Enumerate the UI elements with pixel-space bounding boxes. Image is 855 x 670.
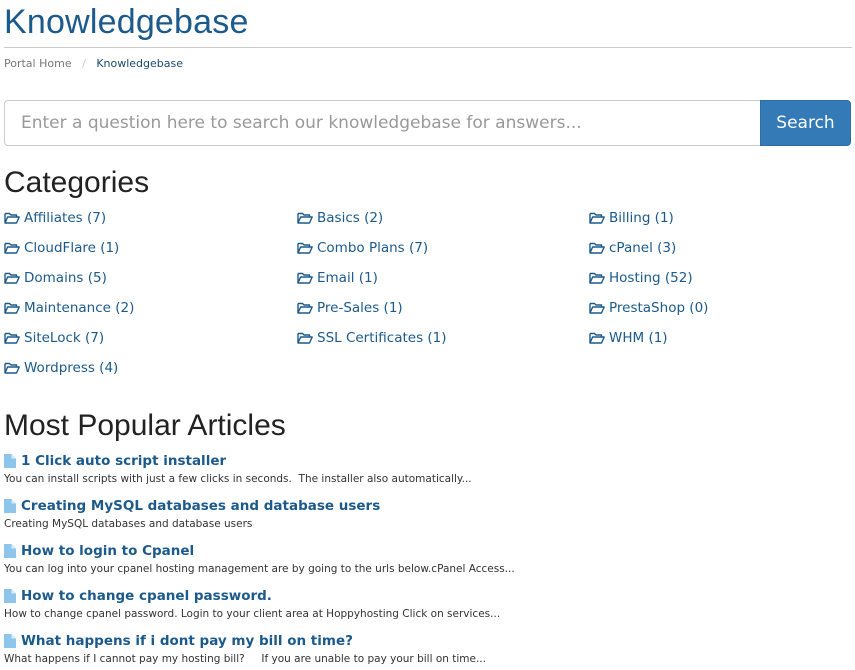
article-snippet: You can log into your cpanel hosting man… [4, 563, 515, 575]
category-label: Affiliates (7) [24, 210, 107, 226]
search-form: Search [4, 100, 851, 146]
category-label: Billing (1) [609, 210, 674, 226]
category-link-prestashop[interactable]: PrestaShop (0) [589, 298, 854, 318]
folder-open-icon [297, 272, 313, 284]
folder-open-icon [4, 302, 20, 314]
category-label: SiteLock (7) [24, 330, 105, 346]
category-link-email[interactable]: Email (1) [297, 268, 589, 288]
folder-open-icon [4, 212, 20, 224]
category-label: Hosting (52) [609, 270, 693, 286]
folder-open-icon [4, 242, 20, 254]
folder-open-icon [297, 332, 313, 344]
folder-open-icon [4, 362, 20, 374]
folder-open-icon [589, 332, 605, 344]
article-snippet: How to change cpanel password. Login to … [4, 608, 501, 620]
file-icon [4, 544, 16, 558]
article-title: What happens if i dont pay my bill on ti… [21, 633, 353, 649]
folder-open-icon [4, 332, 20, 344]
category-link-maintenance[interactable]: Maintenance (2) [4, 298, 297, 318]
article-title-link[interactable]: How to change cpanel password. [4, 586, 854, 606]
article-title-link[interactable]: 1 Click auto script installer [4, 451, 854, 471]
article-snippet: Creating MySQL databases and database us… [4, 518, 253, 530]
category-label: SSL Certificates (1) [317, 330, 447, 346]
folder-open-icon [297, 302, 313, 314]
article-item: 1 Click auto script installer You can in… [4, 451, 854, 496]
file-icon [4, 634, 16, 648]
category-label: Email (1) [317, 270, 378, 286]
category-link-whm[interactable]: WHM (1) [589, 328, 854, 348]
file-icon [4, 454, 16, 468]
article-title: 1 Click auto script installer [21, 453, 227, 469]
popular-articles-list: 1 Click auto script installer You can in… [4, 451, 854, 670]
article-snippet: You can install scripts with just a few … [4, 473, 472, 485]
breadcrumb: Portal Home / Knowledgebase [4, 57, 183, 71]
category-link-combo-plans[interactable]: Combo Plans (7) [297, 238, 589, 258]
category-link-hosting[interactable]: Hosting (52) [589, 268, 854, 288]
category-label: CloudFlare (1) [24, 240, 120, 256]
file-icon [4, 589, 16, 603]
category-link-cloudflare[interactable]: CloudFlare (1) [4, 238, 297, 258]
popular-articles-heading: Most Popular Articles [4, 409, 286, 442]
breadcrumb-portal-home[interactable]: Portal Home [4, 57, 72, 70]
category-label: PrestaShop (0) [609, 300, 709, 316]
folder-open-icon [589, 272, 605, 284]
article-title: Creating MySQL databases and database us… [21, 498, 381, 514]
article-snippet: What happens if I cannot pay my hosting … [4, 653, 486, 665]
category-label: Basics (2) [317, 210, 384, 226]
category-label: cPanel (3) [609, 240, 677, 256]
knowledgebase-page: Knowledgebase Portal Home / Knowledgebas… [0, 0, 855, 670]
category-label: WHM (1) [609, 330, 668, 346]
category-label: Maintenance (2) [24, 300, 135, 316]
folder-open-icon [4, 272, 20, 284]
category-link-cpanel[interactable]: cPanel (3) [589, 238, 854, 258]
title-divider [4, 47, 852, 48]
category-link-pre-sales[interactable]: Pre-Sales (1) [297, 298, 589, 318]
category-link-domains[interactable]: Domains (5) [4, 268, 297, 288]
breadcrumb-separator: / [82, 57, 86, 70]
article-title-link[interactable]: How to login to Cpanel [4, 541, 854, 561]
folder-open-icon [297, 242, 313, 254]
page-title: Knowledgebase [4, 3, 249, 41]
category-label: Wordpress (4) [24, 360, 119, 376]
article-title-link[interactable]: Creating MySQL databases and database us… [4, 496, 854, 516]
folder-open-icon [589, 302, 605, 314]
category-link-affiliates[interactable]: Affiliates (7) [4, 208, 297, 228]
categories-grid: Affiliates (7) Basics (2) Billing (1) Cl… [4, 208, 854, 388]
article-title: How to login to Cpanel [21, 543, 195, 559]
article-item: What happens if i dont pay my bill on ti… [4, 631, 854, 670]
file-icon [4, 499, 16, 513]
category-label: Combo Plans (7) [317, 240, 429, 256]
category-link-basics[interactable]: Basics (2) [297, 208, 589, 228]
folder-open-icon [297, 212, 313, 224]
article-item: How to login to Cpanel You can log into … [4, 541, 854, 586]
article-item: Creating MySQL databases and database us… [4, 496, 854, 541]
search-input[interactable] [4, 100, 760, 146]
category-link-sitelock[interactable]: SiteLock (7) [4, 328, 297, 348]
article-title-link[interactable]: What happens if i dont pay my bill on ti… [4, 631, 854, 651]
breadcrumb-current: Knowledgebase [96, 57, 184, 70]
article-item: How to change cpanel password. How to ch… [4, 586, 854, 631]
folder-open-icon [589, 242, 605, 254]
article-title: How to change cpanel password. [21, 588, 272, 604]
search-button[interactable]: Search [760, 100, 851, 146]
category-link-billing[interactable]: Billing (1) [589, 208, 854, 228]
categories-heading: Categories [4, 166, 150, 199]
category-link-ssl-certificates[interactable]: SSL Certificates (1) [297, 328, 589, 348]
category-label: Domains (5) [24, 270, 107, 286]
folder-open-icon [589, 212, 605, 224]
category-link-wordpress[interactable]: Wordpress (4) [4, 358, 297, 378]
category-label: Pre-Sales (1) [317, 300, 403, 316]
